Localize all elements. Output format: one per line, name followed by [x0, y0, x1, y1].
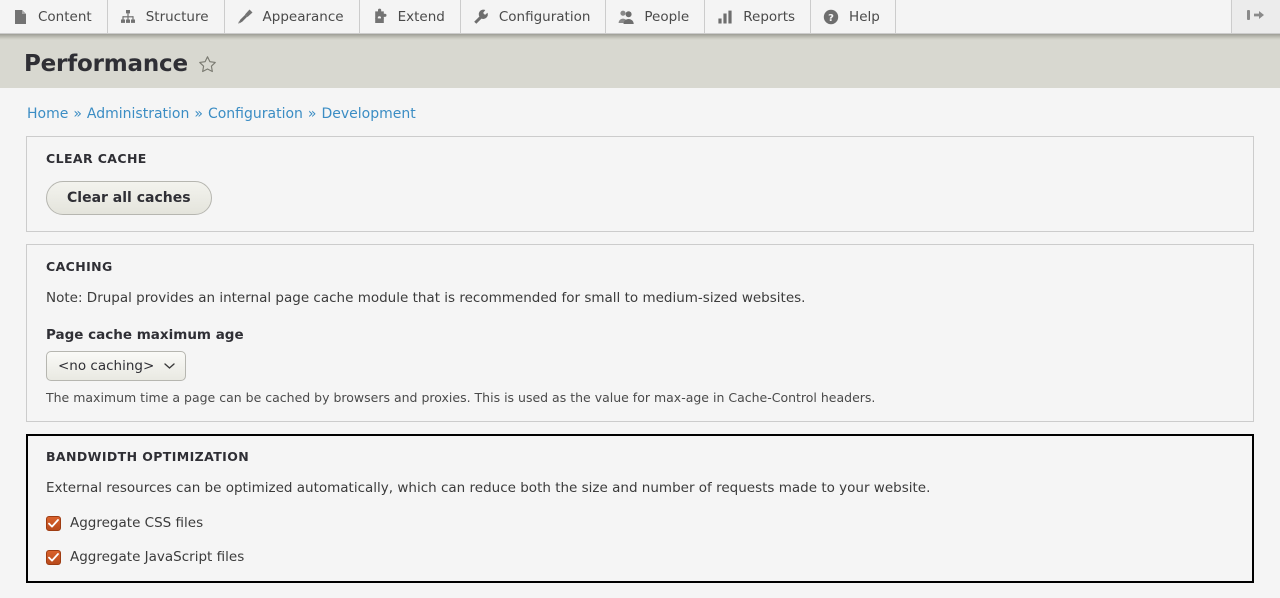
toolbar-tab-extend[interactable]: Extend — [359, 0, 461, 33]
checkmark-icon — [48, 553, 59, 562]
people-icon — [617, 8, 635, 26]
toolbar-tab-structure[interactable]: Structure — [107, 0, 225, 33]
page-cache-max-age-label: Page cache maximum age — [46, 327, 244, 344]
chevron-down-icon — [164, 358, 175, 374]
toolbar-tab-help[interactable]: ? Help — [811, 0, 896, 33]
aggregate-css-row: Aggregate CSS files — [46, 515, 1234, 531]
page-content: Home» Administration» Configuration» Develo… — [0, 88, 1280, 598]
bandwidth-optimization-description: External resources can be optimized auto… — [46, 480, 931, 497]
toolbar-tab-content[interactable]: Content — [0, 0, 108, 33]
question-mark-icon: ? — [822, 8, 840, 26]
toolbar-tab-label: Content — [38, 8, 92, 25]
caching-legend: CACHING — [46, 259, 113, 274]
toolbar-tab-people[interactable]: People — [606, 0, 706, 33]
page-cache-max-age-help: The maximum time a page can be cached by… — [46, 390, 876, 406]
toolbar-tab-list: Content Structure Appearance Extend Conf… — [0, 0, 896, 33]
page-cache-max-age-select[interactable]: <no caching> — [46, 351, 187, 382]
aggregate-javascript-row: Aggregate JavaScript files — [46, 549, 1234, 565]
caching-note: Note: Drupal provides an internal page c… — [46, 290, 806, 306]
page-header: Performance — [0, 40, 1280, 88]
sitemap-icon — [119, 8, 137, 26]
clear-all-caches-button[interactable]: Clear all caches — [46, 181, 212, 215]
star-outline-icon[interactable] — [198, 55, 217, 74]
toolbar-tab-label: Extend — [397, 8, 445, 25]
collapse-left-arrow-icon — [1244, 6, 1268, 28]
caching-body: Note: Drupal provides an internal page c… — [27, 289, 1253, 405]
checkmark-icon — [48, 519, 59, 528]
toolbar-orientation-toggle[interactable] — [1232, 0, 1280, 33]
breadcrumb: Home» Administration» Configuration» Develo… — [26, 88, 1254, 136]
bandwidth-optimization-legend: BANDWIDTH OPTIMIZATION — [46, 449, 250, 465]
toolbar-tab-label: Help — [849, 8, 880, 25]
aggregate-javascript-label[interactable]: Aggregate JavaScript files — [70, 549, 244, 565]
caching-panel: CACHING Note: Drupal provides an interna… — [26, 244, 1254, 423]
toolbar-tab-configuration[interactable]: Configuration — [460, 0, 607, 33]
bar-chart-icon — [716, 8, 734, 26]
breadcrumb-item-home[interactable]: Home — [27, 106, 68, 122]
breadcrumb-item-configuration[interactable]: Configuration — [208, 106, 303, 122]
aggregate-css-label[interactable]: Aggregate CSS files — [70, 515, 203, 531]
aggregate-javascript-checkbox[interactable] — [46, 549, 61, 565]
document-icon — [11, 8, 29, 26]
admin-toolbar: Content Structure Appearance Extend Conf… — [0, 0, 1280, 34]
aggregate-css-checkbox[interactable] — [46, 515, 61, 531]
paintbrush-icon — [236, 8, 254, 26]
breadcrumb-separator: » — [307, 106, 317, 122]
toolbar-tab-appearance[interactable]: Appearance — [224, 0, 360, 33]
breadcrumb-separator: » — [194, 106, 203, 122]
clear-cache-panel: CLEAR CACHE Clear all caches — [26, 136, 1254, 232]
toolbar-tab-label: Appearance — [262, 8, 344, 25]
toolbar-tab-label: People — [644, 8, 690, 25]
toolbar-tab-reports[interactable]: Reports — [705, 0, 812, 33]
breadcrumb-item-administration[interactable]: Administration — [87, 106, 189, 122]
puzzle-icon — [371, 8, 389, 26]
toolbar-tab-label: Configuration — [498, 8, 591, 25]
svg-text:?: ? — [828, 13, 834, 24]
toolbar-tab-label: Structure — [145, 8, 209, 25]
toolbar-tab-label: Reports — [743, 8, 796, 25]
breadcrumb-item-development[interactable]: Development — [321, 106, 415, 122]
breadcrumb-separator: » — [73, 106, 82, 122]
bandwidth-optimization-body: External resources can be optimized auto… — [28, 479, 1252, 565]
page-title: Performance — [24, 51, 188, 77]
toolbar-spacer — [896, 0, 1232, 33]
wrench-icon — [472, 8, 490, 26]
page-cache-max-age-value: <no caching> — [58, 358, 155, 375]
bandwidth-optimization-panel: BANDWIDTH OPTIMIZATION External resource… — [26, 434, 1254, 584]
page-cache-max-age-select-wrap: <no caching> — [46, 351, 187, 382]
clear-cache-legend: CLEAR CACHE — [46, 151, 147, 166]
